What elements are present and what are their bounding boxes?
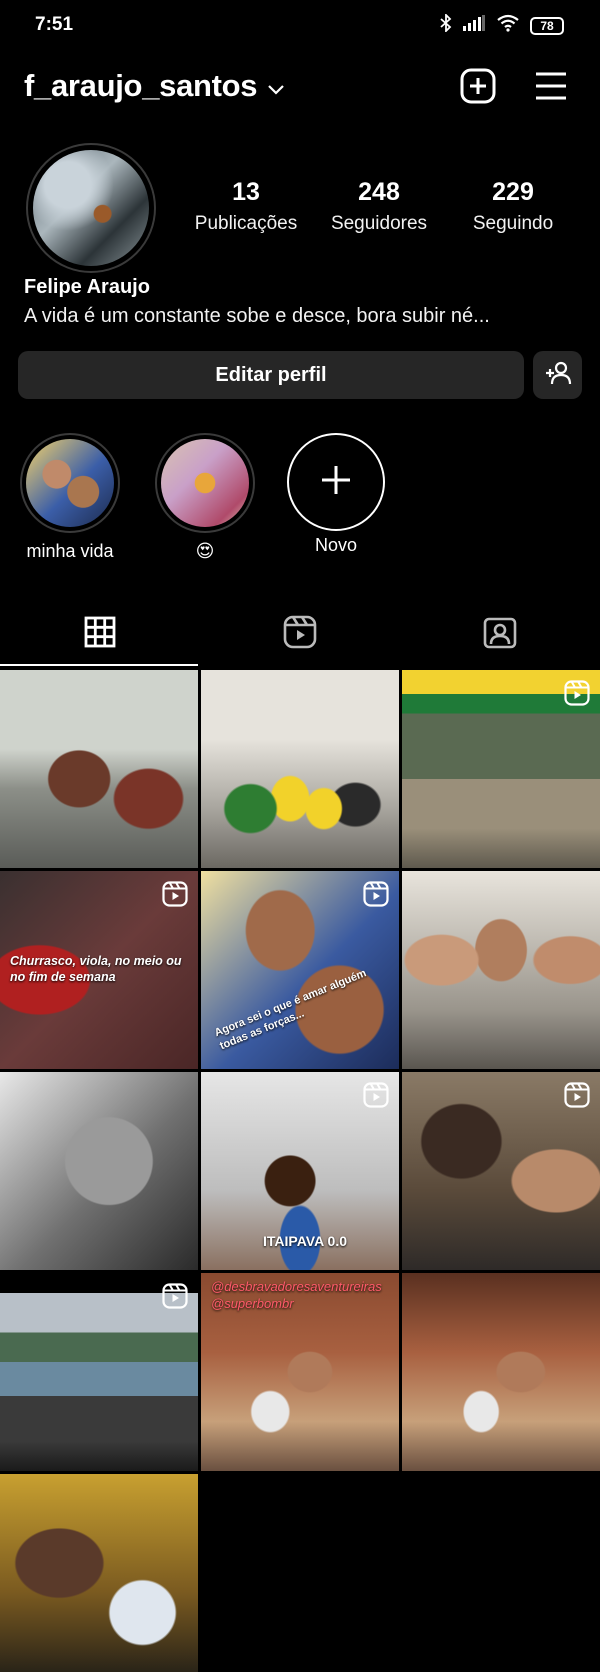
post-caption-overlay: @desbravadoresaventureiras @superbombr xyxy=(211,1279,382,1311)
profile-bio: A vida é um constante sobe e desce, bora… xyxy=(24,305,490,327)
signal-icon xyxy=(462,15,486,36)
plus-icon xyxy=(319,463,353,502)
highlight-ring xyxy=(20,433,120,533)
post-thumbnail[interactable]: @desbravadoresaventureiras @superbombr xyxy=(201,1273,399,1471)
post-caption-overlay: Churrasco, viola, no meio ou no fim de s… xyxy=(10,954,182,985)
edit-profile-button[interactable]: Editar perfil xyxy=(18,351,524,399)
highlight-label: Novo xyxy=(314,535,358,555)
highlight-cover xyxy=(161,439,249,527)
post-thumbnail[interactable]: ITAIPAVA 0.0 xyxy=(201,1072,399,1270)
reel-indicator-icon xyxy=(162,881,188,912)
new-highlight-ring xyxy=(287,433,385,531)
username: f_araujo_santos xyxy=(24,68,258,103)
post-thumbnail[interactable] xyxy=(0,1072,198,1270)
post-thumbnail[interactable] xyxy=(0,670,198,868)
posts-grid: Churrasco, viola, no meio ou no fim de s… xyxy=(0,670,600,1672)
tab-posts-grid[interactable] xyxy=(0,606,200,662)
post-thumbnail[interactable] xyxy=(402,1072,600,1270)
reel-indicator-icon xyxy=(564,1082,590,1113)
tagged-icon xyxy=(483,615,517,654)
post-thumbnail[interactable]: Agora sei o que é amar alguém todas as f… xyxy=(201,871,399,1069)
create-post-button[interactable] xyxy=(458,68,498,108)
post-caption-overlay: ITAIPAVA 0.0 xyxy=(263,1233,348,1249)
following-count: 229 xyxy=(492,178,534,206)
reels-icon xyxy=(283,615,317,654)
posts-count-stat[interactable]: 13 Publicações xyxy=(176,178,316,235)
reel-indicator-icon xyxy=(162,1283,188,1314)
discover-people-button[interactable] xyxy=(533,351,582,399)
new-highlight-button[interactable]: Novo xyxy=(281,433,391,556)
followers-label: Seguidores xyxy=(330,213,428,234)
following-label: Seguindo xyxy=(472,213,554,234)
post-thumbnail[interactable] xyxy=(0,1273,198,1471)
post-thumbnail[interactable] xyxy=(402,670,600,868)
menu-button[interactable] xyxy=(531,68,571,108)
username-switcher[interactable]: f_araujo_santos xyxy=(24,68,285,104)
highlight-ring xyxy=(155,433,255,533)
grid-icon xyxy=(84,616,116,653)
status-icons: 78 xyxy=(440,12,564,37)
wifi-icon xyxy=(496,14,520,37)
followers-count: 248 xyxy=(358,178,400,206)
plus-square-icon xyxy=(460,68,496,109)
following-stat[interactable]: 229 Seguindo xyxy=(443,178,583,235)
hamburger-menu-icon xyxy=(534,71,568,106)
highlight-label: 😍 xyxy=(195,541,215,561)
battery-icon: 78 xyxy=(530,16,564,35)
posts-label: Publicações xyxy=(194,213,298,234)
highlight-cover xyxy=(26,439,114,527)
reel-indicator-icon xyxy=(363,881,389,912)
profile-avatar[interactable] xyxy=(26,143,156,273)
avatar-image xyxy=(33,150,149,266)
reel-indicator-icon xyxy=(363,1082,389,1113)
highlight-item[interactable]: minha vida xyxy=(15,433,125,562)
chevron-down-icon xyxy=(267,68,285,104)
post-thumbnail[interactable] xyxy=(0,1474,198,1672)
post-thumbnail[interactable] xyxy=(201,670,399,868)
status-time: 7:51 xyxy=(35,14,74,35)
followers-stat[interactable]: 248 Seguidores xyxy=(309,178,449,235)
active-tab-indicator xyxy=(0,664,198,666)
post-thumbnail[interactable]: Churrasco, viola, no meio ou no fim de s… xyxy=(0,871,198,1069)
post-thumbnail[interactable] xyxy=(402,871,600,1069)
post-caption-overlay: Agora sei o que é amar alguém todas as f… xyxy=(212,967,369,1053)
post-thumbnail[interactable] xyxy=(402,1273,600,1471)
reel-indicator-icon xyxy=(564,680,590,711)
posts-count: 13 xyxy=(232,178,260,206)
bluetooth-icon xyxy=(440,12,452,37)
add-person-icon xyxy=(544,361,572,390)
highlight-label: minha vida xyxy=(26,541,114,561)
tab-reels[interactable] xyxy=(200,606,400,662)
highlight-item[interactable]: 😍 xyxy=(150,433,260,562)
profile-name: Felipe Araujo xyxy=(24,276,150,298)
tab-tagged[interactable] xyxy=(400,606,600,662)
